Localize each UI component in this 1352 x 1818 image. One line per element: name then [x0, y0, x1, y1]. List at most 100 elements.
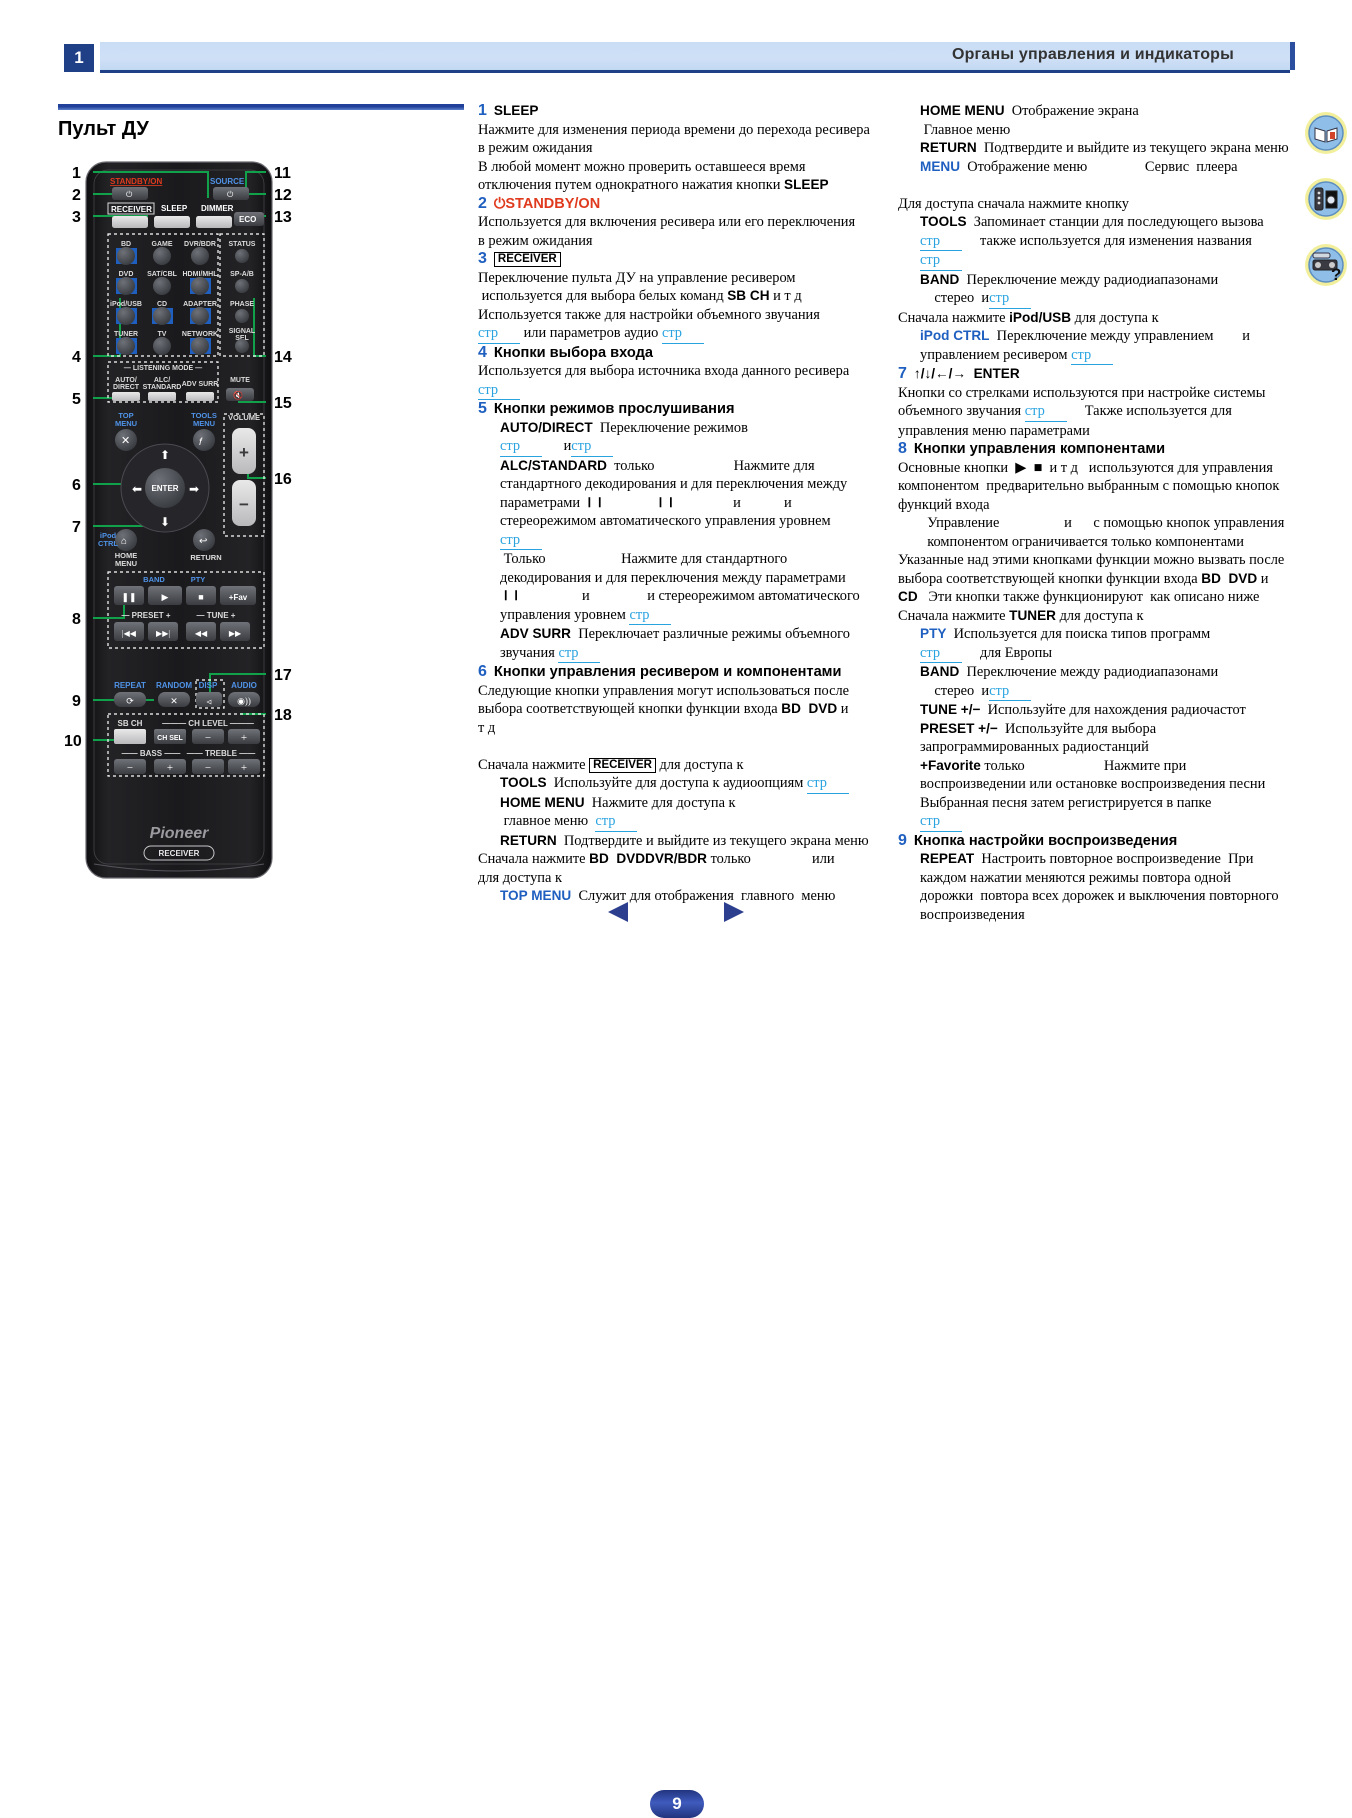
- page-ref-link[interactable]: стр: [920, 812, 962, 832]
- page-ref-link[interactable]: стр: [478, 381, 520, 400]
- item-title: Кнопки режимов прослушивания: [493, 401, 735, 417]
- svg-text:10: 10: [64, 733, 82, 750]
- svg-text:14: 14: [274, 349, 292, 366]
- prev-page-arrow: [608, 902, 628, 922]
- item-number: 2: [478, 194, 487, 212]
- page-ref-link[interactable]: стр: [478, 324, 520, 344]
- key-label: BD DVD: [781, 701, 838, 716]
- body-line: стерео истр: [898, 682, 1298, 701]
- svg-text:iPod/USB: iPod/USB: [110, 301, 142, 308]
- svg-text:12: 12: [274, 187, 292, 204]
- page-ref-link[interactable]: стр: [629, 606, 672, 625]
- body-line: управления меню параметрами: [898, 422, 1090, 439]
- manual-item: 2 ⏻STANDBY/ON Используется для включения р…: [478, 195, 878, 251]
- svg-text:ENTER: ENTER: [151, 484, 178, 493]
- body-line: Нажмите для изменения периода времени до…: [478, 121, 870, 138]
- svg-text:STANDARD: STANDARD: [143, 384, 182, 391]
- page-ref-link[interactable]: стр: [500, 531, 542, 550]
- page-number: 9: [650, 1790, 704, 1818]
- item-number: 8: [898, 440, 907, 457]
- svg-text:▶▶: ▶▶: [229, 629, 242, 638]
- svg-text:DVD: DVD: [119, 271, 134, 278]
- svg-text:DIRECT: DIRECT: [113, 384, 140, 391]
- svg-text:🔇: 🔇: [233, 390, 243, 400]
- page-ref-link[interactable]: стр: [920, 644, 962, 663]
- key-label: DVR/BDR: [645, 851, 707, 866]
- svg-text:+: +: [167, 762, 173, 774]
- key-badge: RECEIVER: [493, 252, 561, 267]
- svg-text:−: −: [239, 495, 249, 514]
- body-line: Сначала нажмите BD DVDDVR/BDR только или: [478, 851, 839, 867]
- right-text-column: HOME MENU Отображение экрана Главное мен…: [898, 102, 1298, 924]
- body-line: ADV SURR Переключает различные режимы об…: [500, 626, 850, 642]
- arrow-left-icon: ⬅: [132, 482, 142, 496]
- svg-text:▶: ▶: [162, 592, 169, 602]
- playback-buttons: ⟳ ✕ ⏿ ◉)): [114, 692, 260, 707]
- body-line: воспроизведении или остановке воспроизве…: [920, 776, 1266, 792]
- manual-item: 1 SLEEP Нажмите для изменения периода врем…: [478, 102, 878, 195]
- page-ref-link[interactable]: стр: [989, 682, 1032, 701]
- body-line: [478, 737, 878, 756]
- svg-text:▶▶|: ▶▶|: [156, 629, 170, 638]
- body-line: стр: [478, 381, 878, 400]
- dolby-glyph: ⏽⏽: [500, 588, 522, 604]
- body-line: каждом нажатии меняются режимы повтора о…: [920, 869, 1231, 886]
- page-ref-link[interactable]: стр: [920, 232, 962, 251]
- key-label: TUNER: [1009, 607, 1056, 623]
- svg-text:✕: ✕: [121, 435, 130, 447]
- book-icon[interactable]: [1303, 110, 1349, 156]
- item-heading: 3 RECEIVER: [478, 250, 878, 269]
- body-line: стандартного декодирования и для переклю…: [500, 476, 848, 492]
- body-line: Главное меню: [920, 121, 1011, 138]
- svg-text:RECEIVER: RECEIVER: [111, 205, 152, 214]
- svg-text:— PRESET +: — PRESET +: [121, 611, 170, 620]
- svg-text:NETWORK: NETWORK: [182, 331, 218, 338]
- svg-text:16: 16: [274, 471, 292, 488]
- manual-item: 7 ↑/↓/←/→ ENTER Кнопки со стрелками исполь…: [898, 365, 1298, 440]
- page-ref-link[interactable]: стр: [1071, 346, 1114, 365]
- svg-text:STATUS: STATUS: [229, 241, 256, 248]
- svg-text:AUDIO: AUDIO: [231, 681, 257, 690]
- body-line: выбора соответствующей кнопки функции вх…: [898, 570, 1269, 587]
- page-ref-link[interactable]: стр: [989, 289, 1032, 309]
- troubleshooting-icon[interactable]: ?: [1303, 242, 1349, 288]
- item-number: 7: [898, 365, 907, 382]
- page-ref-link[interactable]: стр: [500, 437, 542, 457]
- svg-text:MENU: MENU: [193, 419, 215, 428]
- receiver-label-box: RECEIVER: [107, 202, 155, 215]
- page-ref-link[interactable]: стр: [558, 644, 601, 663]
- body-line: RETURN Подтвердите и выйдите из текущего…: [920, 140, 1289, 156]
- arrow-keys-icon: ↑/↓/←/→: [913, 366, 974, 381]
- body-line: управления уровнем стр: [478, 606, 878, 625]
- side-tab-icons: ?: [1303, 110, 1349, 308]
- svg-text:+: +: [241, 732, 247, 744]
- svg-text:17: 17: [274, 667, 292, 684]
- svg-text:DISP: DISP: [199, 681, 218, 690]
- page-ref-link[interactable]: стр: [661, 324, 704, 344]
- dolby-glyph: ⏽⏽: [654, 494, 677, 511]
- body-line: Указанные над этими кнопками функции мож…: [898, 552, 1285, 568]
- svg-text:2: 2: [72, 187, 81, 204]
- page-ref-link[interactable]: стр: [920, 251, 962, 271]
- svg-text:RECEIVER: RECEIVER: [159, 849, 200, 858]
- remote-setup-icon[interactable]: [1303, 176, 1349, 222]
- page-ref-link[interactable]: стр: [595, 812, 638, 832]
- body-line: Используется также для настройки объемно…: [478, 306, 820, 323]
- key-label: CD: [898, 589, 918, 604]
- arrow-up-icon: ⬆: [160, 448, 170, 462]
- receiver-button: [112, 216, 148, 228]
- tools-menu-button: [193, 429, 215, 451]
- key-label: PRESET +/−: [920, 720, 998, 736]
- svg-text:ECO: ECO: [239, 215, 256, 224]
- body-line: BAND Переключение между радиодиапазонами: [920, 664, 1219, 680]
- page-ref-link[interactable]: стр: [806, 774, 849, 794]
- svg-text:1: 1: [72, 165, 81, 182]
- page-ref-link[interactable]: стр: [1024, 402, 1067, 422]
- svg-text:RANDOM: RANDOM: [156, 681, 192, 690]
- body-line: MENU Отображение меню Сервис плеера: [920, 158, 1238, 175]
- svg-text:SAT/CBL: SAT/CBL: [147, 271, 178, 278]
- body-line: декодирования и для переключения между п…: [500, 569, 846, 586]
- key-label: BD DVD: [1201, 570, 1258, 586]
- page-ref-link[interactable]: стр: [571, 437, 614, 457]
- body-line: PTY Используется для поиска типов програ…: [920, 626, 1211, 642]
